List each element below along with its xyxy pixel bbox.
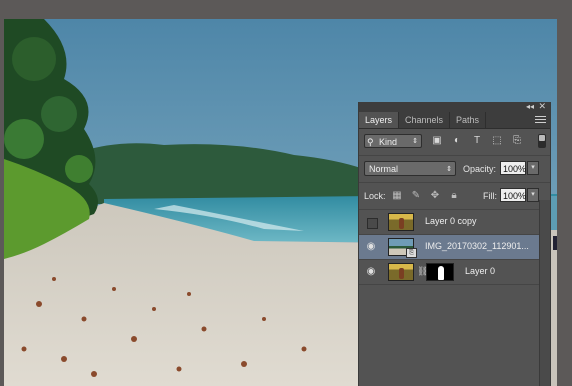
shape-layer-filter-icon[interactable]: ⬚ (491, 135, 503, 147)
select-arrows-icon: ⇕ (446, 166, 452, 173)
layer-thumbnail (388, 213, 414, 231)
select-arrows-icon: ⇕ (412, 138, 418, 145)
layer-thumbnail (388, 263, 414, 281)
filter-kind-select[interactable]: ⚲ Kind ⇕ (364, 134, 422, 148)
adjustment-layer-filter-icon[interactable]: ◐ (451, 135, 463, 147)
blend-mode-value: Normal (369, 164, 399, 174)
blend-opacity-row: Normal ⇕ Opacity: 100% ▾ (359, 156, 550, 183)
panel-menu-icon[interactable] (535, 114, 546, 124)
layer-mask-thumbnail[interactable] (426, 263, 454, 281)
fill-input[interactable]: 100% (500, 188, 526, 202)
layer-row[interactable]: ◉ ⛓ Layer 0 (359, 260, 550, 285)
lock-label: Lock: (364, 191, 386, 201)
lock-position-icon[interactable]: ✥ (429, 190, 441, 201)
visibility-toggle-off[interactable] (367, 218, 378, 229)
type-layer-filter-icon[interactable]: T (471, 135, 483, 147)
tab-layers[interactable]: Layers (359, 112, 400, 128)
layers-scrollbar[interactable] (539, 200, 550, 386)
eye-icon[interactable]: ◉ (365, 266, 377, 278)
layer-row[interactable]: Layer 0 copy (359, 210, 550, 235)
collapse-panel-icon[interactable]: ◂◂ (526, 102, 534, 111)
lock-image-pixels-icon[interactable]: ✎ (410, 190, 422, 201)
opacity-label: Opacity: (463, 164, 497, 174)
layer-name[interactable]: Layer 0 (465, 266, 495, 276)
filter-kind-label: Kind (379, 137, 398, 147)
person-sliver (553, 236, 557, 250)
lock-all-icon[interactable]: 🔒︎ (448, 190, 460, 201)
tab-paths[interactable]: Paths (450, 112, 487, 128)
smart-object-filter-icon[interactable]: ⎘ (511, 135, 523, 147)
panel-titlebar: ◂◂ ✕ (359, 101, 550, 112)
search-icon: ⚲ (367, 137, 374, 147)
layer-name[interactable]: IMG_20170302_112901... (425, 241, 529, 251)
opacity-dropdown-arrow[interactable]: ▾ (527, 161, 539, 175)
smart-object-badge-icon: ⎘ (406, 248, 417, 258)
eye-icon[interactable]: ◉ (365, 241, 377, 253)
layer-filter-row: ⚲ Kind ⇕ ▣ ◐ T ⬚ ⎘ (359, 129, 550, 156)
opacity-input[interactable]: 100% (500, 161, 526, 175)
lock-fill-row: Lock: ▦ ✎ ✥ 🔒︎ Fill: 100% ▾ (359, 183, 550, 210)
filter-toggle[interactable] (538, 134, 546, 148)
layer-name[interactable]: Layer 0 copy (425, 216, 477, 226)
fill-label: Fill: (483, 191, 497, 201)
lock-transparent-pixels-icon[interactable]: ▦ (391, 190, 403, 201)
tab-channels[interactable]: Channels (399, 112, 451, 128)
close-panel-icon[interactable]: ✕ (538, 101, 546, 112)
blend-mode-select[interactable]: Normal ⇕ (364, 161, 456, 176)
layer-row-selected[interactable]: ◉ ⎘ IMG_20170302_112901... (359, 235, 550, 260)
layers-panel: ◂◂ ✕ Layers Channels Paths ⚲ Kind ⇕ ▣ ◐ … (358, 101, 551, 386)
pixel-layer-filter-icon[interactable]: ▣ (431, 135, 443, 147)
panel-tabs: Layers Channels Paths (359, 112, 550, 129)
fill-dropdown-arrow[interactable]: ▾ (527, 188, 539, 202)
